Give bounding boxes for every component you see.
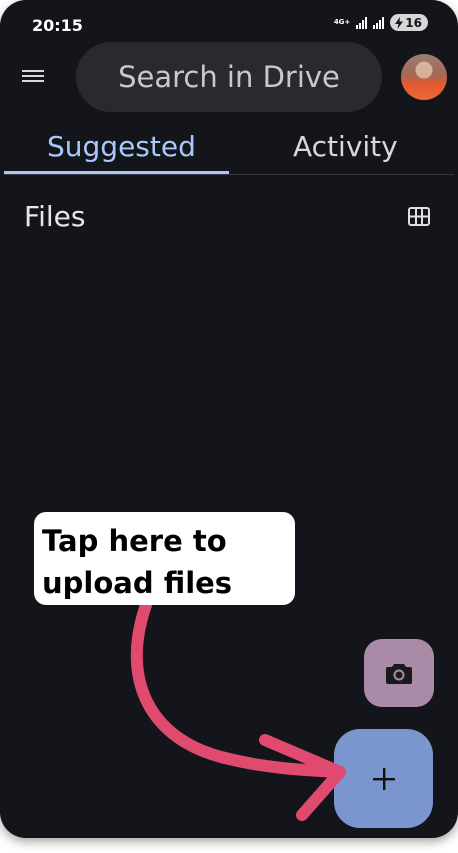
signal-icon <box>356 16 368 29</box>
tab-activity[interactable]: Activity <box>293 130 398 163</box>
status-time: 20:15 <box>32 16 83 35</box>
battery-indicator: 16 <box>390 14 428 31</box>
charging-bolt-icon <box>395 16 404 29</box>
status-bar: 20:15 4G+ 16 <box>0 0 458 46</box>
status-icons: 4G+ 16 <box>334 14 428 31</box>
avatar[interactable] <box>401 54 447 100</box>
signal-icon <box>373 16 385 29</box>
files-section-title: Files <box>24 200 86 233</box>
camera-scan-button[interactable] <box>364 639 434 707</box>
hamburger-menu-icon[interactable] <box>22 67 46 87</box>
phone-screen: 20:15 4G+ 16 Search in Drive Suggested A… <box>0 0 458 838</box>
camera-icon <box>386 664 412 684</box>
search-placeholder: Search in Drive <box>118 60 340 94</box>
tab-bar: Suggested Activity <box>4 120 454 176</box>
battery-level: 16 <box>405 15 422 30</box>
search-bar[interactable]: Search in Drive <box>76 42 382 112</box>
tab-suggested[interactable]: Suggested <box>47 130 196 163</box>
grid-view-icon[interactable] <box>408 207 430 226</box>
callout-line-1: Tap here to <box>42 524 227 558</box>
plus-icon <box>372 767 395 790</box>
upload-tip-callout: Tap here to upload files <box>34 512 295 605</box>
callout-line-2: upload files <box>42 566 233 600</box>
network-type-label: 4G+ <box>333 18 351 26</box>
tab-divider <box>4 174 454 175</box>
new-upload-button[interactable] <box>334 729 433 828</box>
